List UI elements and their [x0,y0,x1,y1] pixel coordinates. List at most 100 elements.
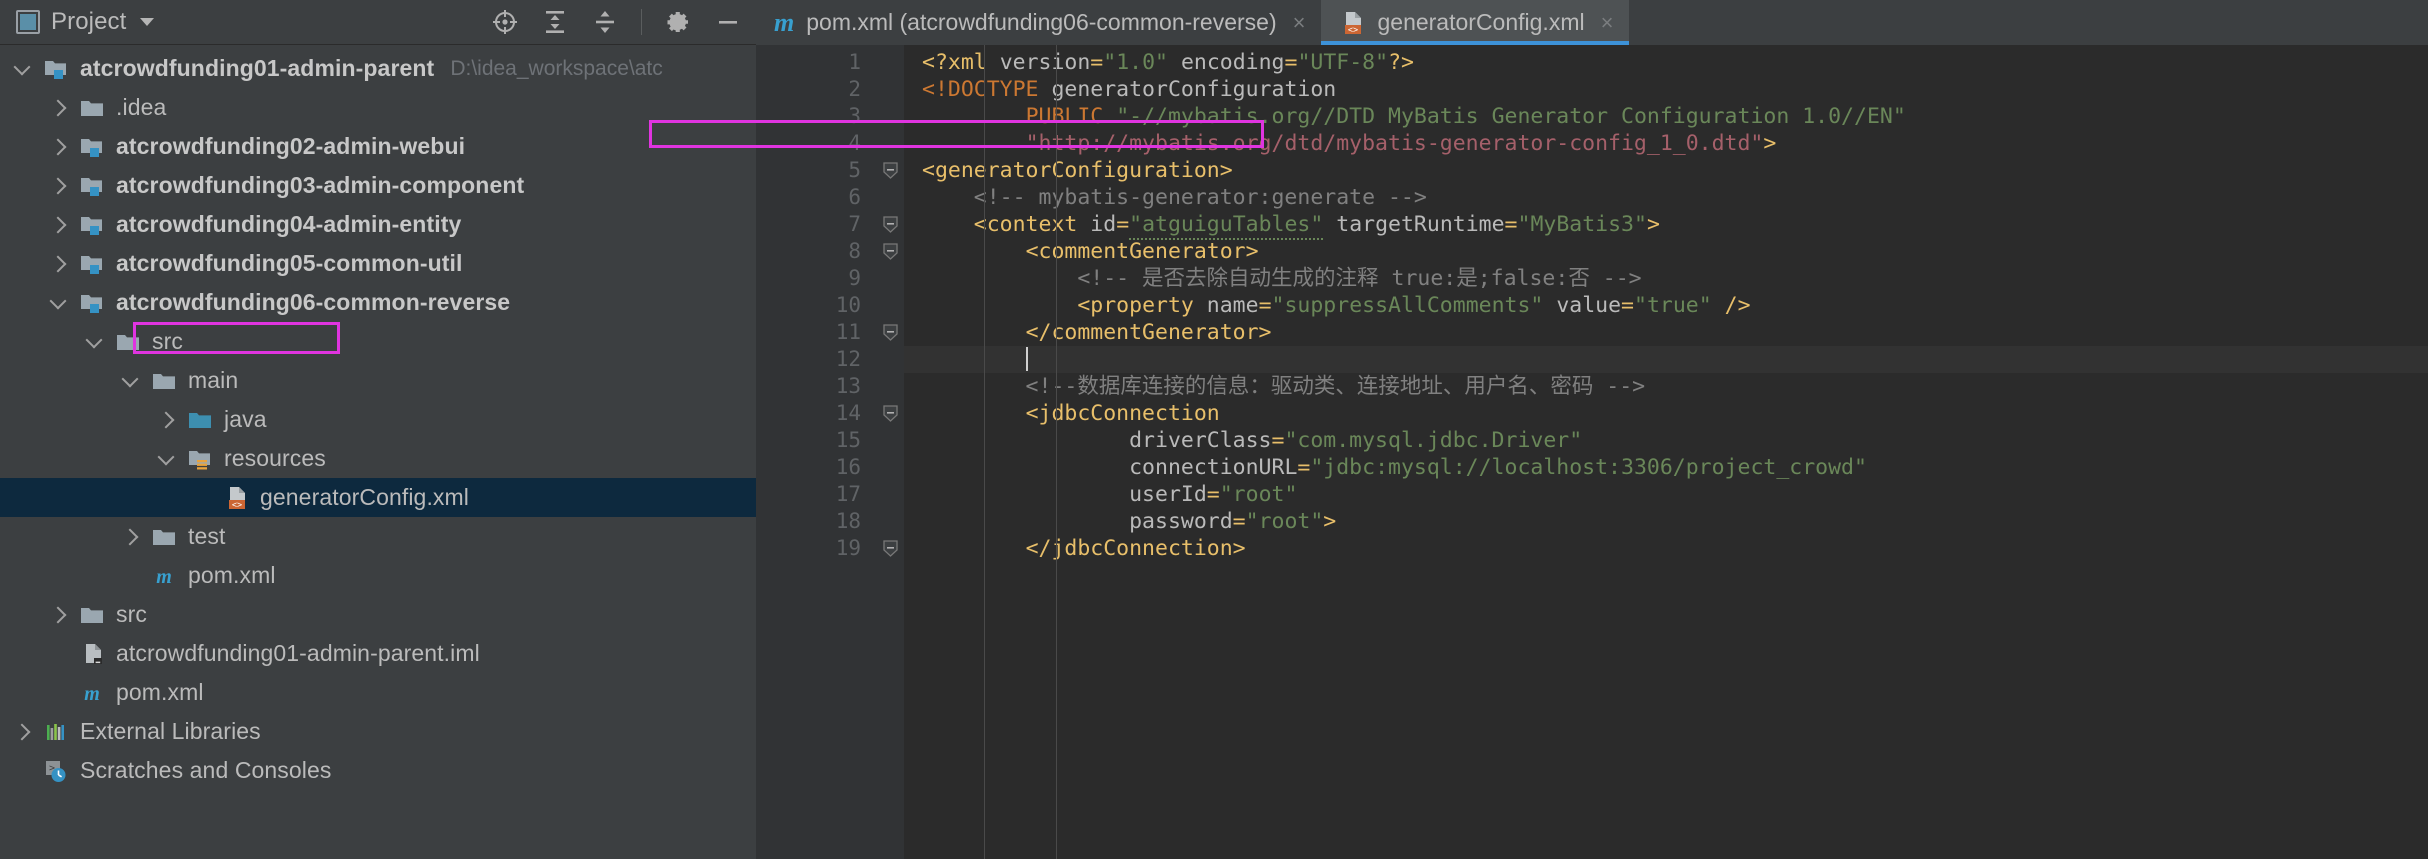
project-tree[interactable]: atcrowdfunding01-admin-parent D:\idea_wor… [0,45,756,859]
code-line[interactable]: <property name="suppressAllComments" val… [904,292,2428,319]
chevron-down-icon[interactable] [156,448,178,470]
module-folder-icon [43,56,69,82]
tree-row-external-libraries[interactable]: External Libraries [0,712,756,751]
tree-row--idea[interactable]: .idea [0,88,756,127]
tree-row-java[interactable]: java [0,400,756,439]
line-number-gutter: 1 2 3 4 5 6 7 8 9 10 11 12 13 14 15 16 17 18 19 [756,45,878,859]
settings-gear-icon[interactable] [664,8,692,36]
fold-row [878,481,904,508]
code-line[interactable]: "http://mybatis.org/dtd/mybatis-generato… [904,130,2428,157]
project-selector[interactable]: Project [16,8,155,36]
fold-collapse-icon[interactable] [882,324,899,341]
tree-item-icon [43,56,69,82]
svg-text:m: m [156,566,172,588]
tree-row-atcrowdfunding06-common-reverse[interactable]: atcrowdfunding06-common-reverse [0,283,756,322]
fold-collapse-icon[interactable] [882,216,899,233]
code-line[interactable]: </jdbcConnection> [904,535,2428,562]
editor-tab-pom-xml[interactable]: m pom.xml (atcrowdfunding06-common-revers… [756,0,1322,45]
tree-item-label: atcrowdfunding01-admin-parent.iml [116,640,480,666]
tree-arrow-spacer [48,643,70,665]
tree-row-resources[interactable]: resources [0,439,756,478]
tree-row-atcrowdfunding01-admin-parent[interactable]: atcrowdfunding01-admin-parent D:\idea_wor… [0,49,756,88]
close-icon[interactable]: × [1601,11,1614,34]
line-number: 10 [835,293,861,317]
code-line[interactable]: <!-- 是否去除自动生成的注释 true:是;false:否 --> [904,265,2428,292]
fold-collapse-icon[interactable] [882,243,899,260]
chevron-down-icon[interactable] [84,331,106,353]
code-line[interactable] [904,346,2428,373]
hide-window-icon[interactable] [714,8,742,36]
code-line[interactable]: <!DOCTYPE generatorConfiguration [904,76,2428,103]
code-line[interactable]: connectionURL="jdbc:mysql://localhost:33… [904,454,2428,481]
tree-row-atcrowdfunding01-admin-parent-iml[interactable]: atcrowdfunding01-admin-parent.iml [0,634,756,673]
tree-row-generatorconfig-xml[interactable]: <> generatorConfig.xml [0,478,756,517]
chevron-right-icon[interactable] [48,604,70,626]
tree-row-test[interactable]: test [0,517,756,556]
chevron-right-icon[interactable] [120,526,142,548]
line-number: 4 [848,131,861,155]
folder-icon [115,329,141,355]
fold-row [878,265,904,292]
tree-row-atcrowdfunding04-admin-entity[interactable]: atcrowdfunding04-admin-entity [0,205,756,244]
fold-collapse-icon[interactable] [882,162,899,179]
code-line[interactable]: driverClass="com.mysql.jdbc.Driver" [904,427,2428,454]
code-line[interactable]: <context id="atguiguTables" targetRuntim… [904,211,2428,240]
tree-row-atcrowdfunding03-admin-component[interactable]: atcrowdfunding03-admin-component [0,166,756,205]
code-folding-strip[interactable] [878,45,904,859]
chevron-right-icon[interactable] [12,721,34,743]
tree-row-pom-xml[interactable]: m pom.xml [0,673,756,712]
fold-collapse-icon[interactable] [882,540,899,557]
tree-item-label: atcrowdfunding05-common-util [116,250,463,276]
code-line[interactable]: <generatorConfiguration> [904,157,2428,184]
tree-item-icon: > [43,758,69,784]
expand-all-icon[interactable] [541,8,569,36]
tree-row-src[interactable]: src [0,595,756,634]
editor-tab-generatorconfig-xml[interactable]: <> generatorConfig.xml × [1321,0,1630,45]
chevron-down-icon[interactable] [120,370,142,392]
code-line[interactable]: <commentGenerator> [904,238,2428,265]
line-number: 19 [835,536,861,560]
locate-icon[interactable] [491,8,519,36]
code-line[interactable]: <?xml version="1.0" encoding="UTF-8"?> [904,49,2428,76]
code-line[interactable]: password="root"> [904,508,2428,535]
chevron-right-icon[interactable] [48,136,70,158]
editor-tab-bar[interactable]: m pom.xml (atcrowdfunding06-common-revers… [756,0,2428,45]
tree-item-icon [79,290,105,316]
chevron-right-icon[interactable] [48,175,70,197]
folder-icon [79,602,105,628]
chevron-right-icon[interactable] [48,214,70,236]
code-line[interactable]: PUBLIC "-//mybatis.org//DTD MyBatis Gene… [904,103,2428,130]
code-line[interactable]: <!--数据库连接的信息：驱动类、连接地址、用户名、密码 --> [904,373,2428,400]
chevron-right-icon[interactable] [156,409,178,431]
chevron-down-icon[interactable] [140,18,155,26]
tree-row-atcrowdfunding02-admin-webui[interactable]: atcrowdfunding02-admin-webui [0,127,756,166]
code-content[interactable]: <?xml version="1.0" encoding="UTF-8"?> <!… [904,45,2428,859]
chevron-right-icon[interactable] [48,97,70,119]
code-line[interactable]: <jdbcConnection [904,400,2428,427]
chevron-down-icon[interactable] [12,58,34,80]
code-line[interactable]: userId="root" [904,481,2428,508]
svg-text:m: m [84,683,100,705]
tab-label: pom.xml (atcrowdfunding06-common-reverse… [806,9,1277,35]
tree-row-src[interactable]: src [0,322,756,361]
module-folder-icon [79,212,105,238]
tree-row-pom-xml[interactable]: m pom.xml [0,556,756,595]
tree-item-icon: m [79,680,105,706]
tree-row-scratches-and-consoles[interactable]: > Scratches and Consoles [0,751,756,790]
tree-item-icon [79,95,105,121]
fold-collapse-icon[interactable] [882,405,899,422]
code-line[interactable]: </commentGenerator> [904,319,2428,346]
code-editor[interactable]: 1 2 3 4 5 6 7 8 9 10 11 12 13 14 15 16 17 18 19 <?xml vers… [756,45,2428,859]
tree-row-atcrowdfunding05-common-util[interactable]: atcrowdfunding05-common-util [0,244,756,283]
project-panel-header: Project [0,0,756,45]
code-line[interactable]: <!-- mybatis-generator:generate --> [904,184,2428,211]
line-number: 16 [835,455,861,479]
tree-row-main[interactable]: main [0,361,756,400]
chevron-down-icon[interactable] [48,292,70,314]
collapse-all-icon[interactable] [591,8,619,36]
chevron-right-icon[interactable] [48,253,70,275]
close-icon[interactable]: × [1293,11,1306,34]
svg-text:<>: <> [1348,25,1358,35]
tree-item-icon [187,407,213,433]
tree-arrow-spacer [120,565,142,587]
